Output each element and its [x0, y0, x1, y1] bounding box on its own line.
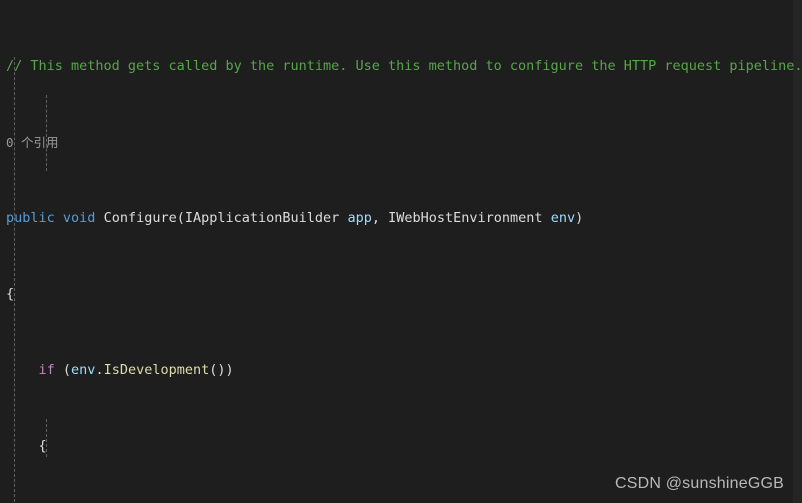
paren-open: (: [176, 210, 185, 226]
paren-close: ()): [209, 362, 234, 378]
paren-close: ): [575, 210, 584, 226]
method-isdevelopment: IsDevelopment: [103, 362, 210, 378]
keyword-public: public: [6, 210, 55, 226]
param-app: app: [347, 210, 372, 226]
method-name-configure: Configure: [103, 210, 177, 226]
type-iapplicationbuilder: IApplicationBuilder: [184, 210, 340, 226]
dot: .: [95, 362, 104, 378]
code-editor-screenshot: // This method gets called by the runtim…: [0, 0, 802, 503]
comment-text: // This method gets called by the runtim…: [6, 58, 802, 74]
identifier-env: env: [71, 362, 96, 378]
param-env: env: [550, 210, 576, 226]
comma: ,: [371, 210, 389, 226]
brace-open: {: [38, 438, 47, 454]
code-line-method-open-brace: {: [0, 285, 802, 304]
code-line-method-signature: public void Configure(IApplicationBuilde…: [0, 209, 802, 228]
paren-open: (: [54, 362, 72, 378]
code-line-if-isdevelopment: if (env.IsDevelopment()): [0, 361, 802, 380]
code-line-codelens[interactable]: 0 个引用: [0, 133, 802, 152]
csdn-watermark: CSDN @sunshineGGB: [614, 475, 784, 492]
code-line-comment-header: // This method gets called by the runtim…: [0, 57, 802, 76]
brace-open: {: [6, 286, 15, 302]
code-line-if-open-brace: {: [0, 437, 802, 456]
codelens-references[interactable]: 0 个引用: [6, 135, 59, 150]
code-block[interactable]: // This method gets called by the runtim…: [0, 0, 802, 503]
keyword-void: void: [62, 210, 96, 226]
type-iwebhostenvironment: IWebHostEnvironment: [388, 210, 543, 226]
keyword-if: if: [38, 362, 55, 378]
